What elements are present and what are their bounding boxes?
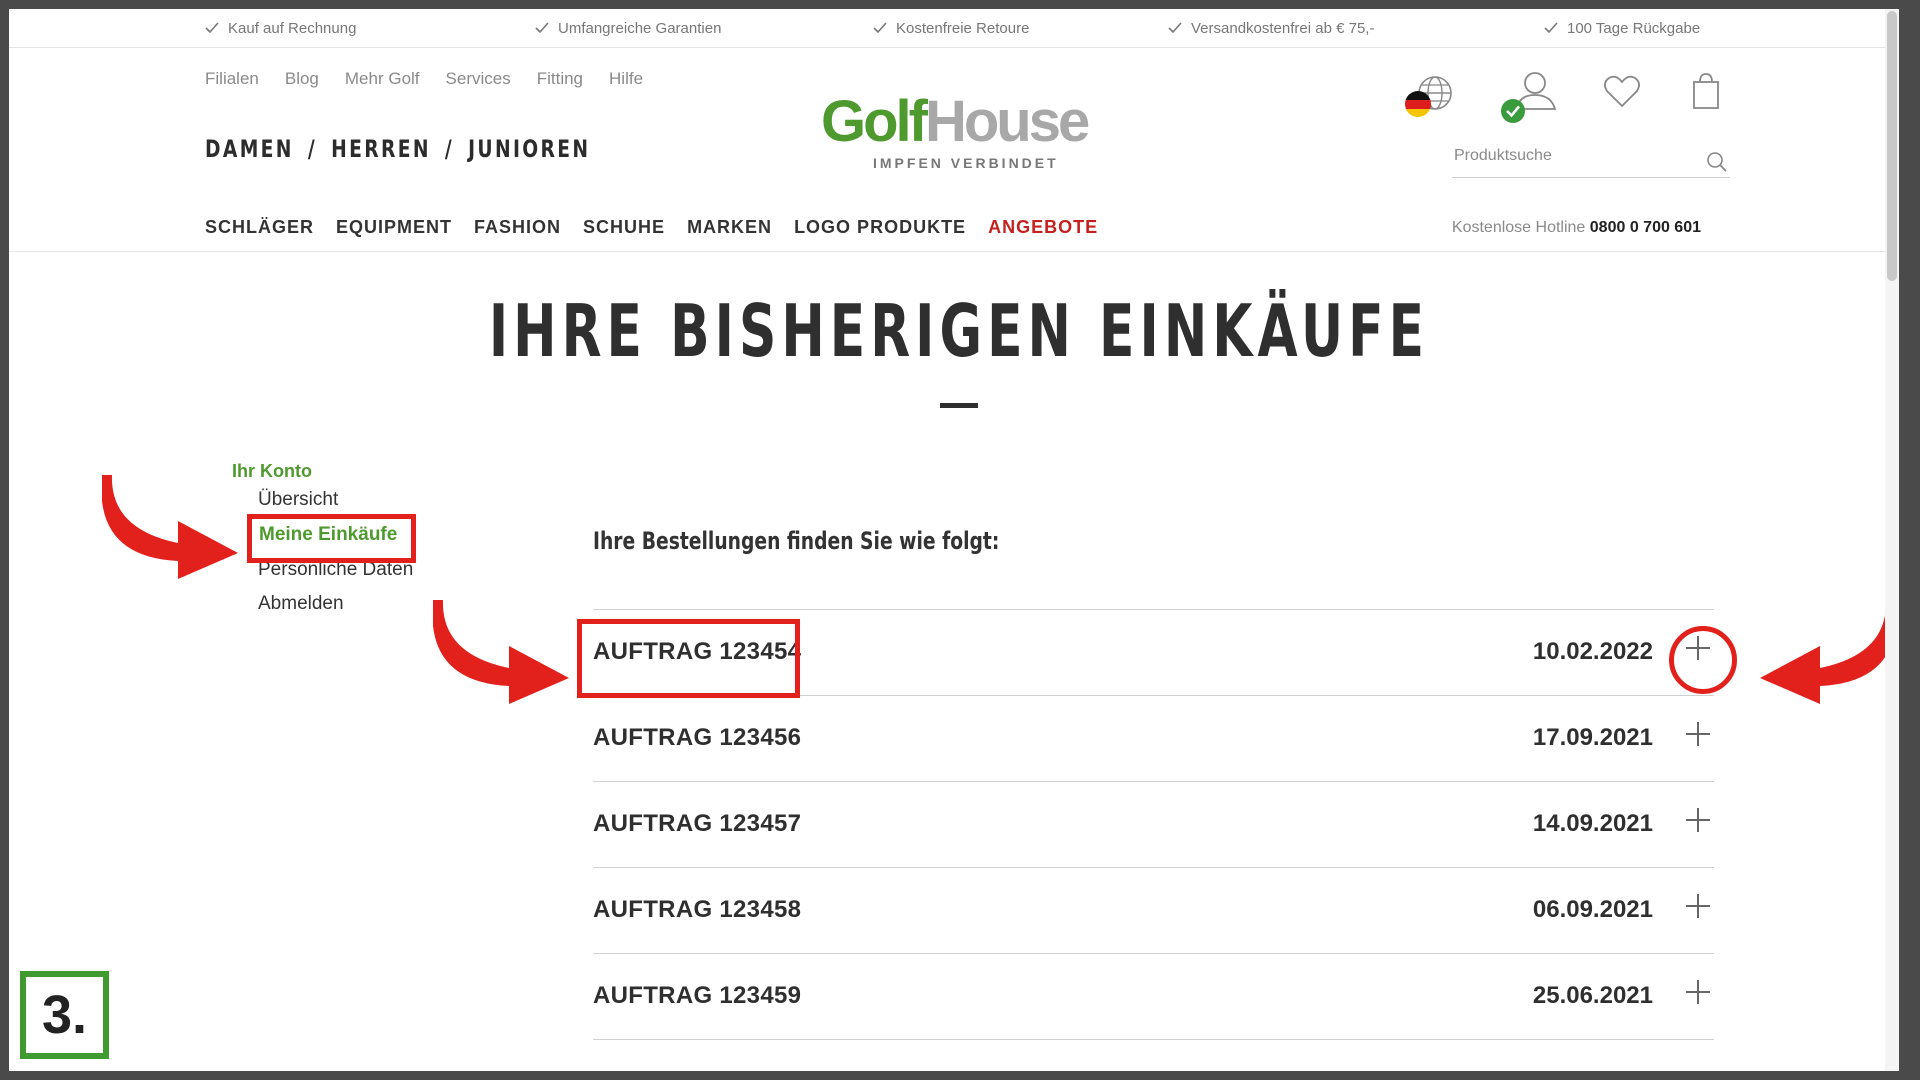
usp-item: Kostenfreie Retoure [873,9,1029,47]
meta-nav-hilfe[interactable]: Hilfe [609,69,643,89]
order-date: 10.02.2022 [1532,638,1653,665]
order-id: AUFTRAG 123457 [593,810,802,837]
usp-bar: Kauf auf Rechnung Umfangreiche Garantien… [9,9,1885,48]
gender-nav-separator: / [307,135,318,163]
main-nav-logo-produkte[interactable]: LOGO PRODUKTE [794,217,966,238]
plus-icon[interactable] [1683,805,1713,835]
usp-item: Kauf auf Rechnung [205,9,356,47]
gender-nav-damen[interactable]: DAMEN [205,135,294,163]
german-flag-icon [1405,91,1431,117]
product-search [1452,143,1730,178]
globe-icon [1405,76,1452,117]
orders-intro: Ihre Bestellungen finden Sie wie folgt: [593,527,1000,555]
usp-label: 100 Tage Rückgabe [1567,19,1701,37]
plus-icon[interactable] [1683,977,1713,1007]
highlight-expand-button [1669,626,1737,694]
gender-nav-separator: / [444,135,455,163]
arrow-annotation [102,475,238,579]
main-nav-fashion[interactable]: FASHION [474,217,561,238]
gender-nav: DAMEN / HERREN / JUNIOREN [205,135,590,163]
main-nav-marken[interactable]: MARKEN [687,217,772,238]
order-date: 06.09.2021 [1532,896,1653,923]
meta-nav: Filialen Blog Mehr Golf Services Fitting… [205,69,643,89]
main-nav-schlaeger[interactable]: SCHLÄGER [205,217,314,238]
logged-in-check-icon [1501,99,1525,123]
plus-icon[interactable] [1683,719,1713,749]
arrow-annotation [433,600,569,704]
meta-nav-services[interactable]: Services [446,69,511,89]
language-selector[interactable] [1405,71,1457,126]
highlight-meine-einkaeufe [247,514,416,563]
gender-nav-herren[interactable]: HERREN [331,135,431,163]
hotline-label: Kostenlose Hotline [1451,219,1586,236]
check-icon [205,22,219,34]
logo-golf: Golf [821,89,928,154]
logo-house: House [924,89,1090,154]
order-row[interactable]: AUFTRAG 123458 06.09.2021 [593,868,1714,954]
meta-nav-fitting[interactable]: Fitting [537,69,583,89]
search-icon[interactable] [1706,151,1728,173]
order-row[interactable]: AUFTRAG 123459 25.06.2021 [593,954,1714,1040]
title-divider [940,403,978,408]
arrow-annotation [1760,600,1896,704]
logo-tagline: IMPFEN VERBINDET [873,155,1059,171]
browser-viewport: Kauf auf Rechnung Umfangreiche Garantien… [9,9,1899,1071]
page-title: IHRE BISHERIGEN EINKÄUFE [488,289,1430,373]
usp-item: Versandkostenfrei ab € 75,- [1168,9,1374,47]
usp-item: Umfangreiche Garantien [535,9,721,47]
check-icon [1544,22,1558,34]
order-row[interactable]: AUFTRAG 123457 14.09.2021 [593,782,1714,868]
scrollbar[interactable] [1885,9,1899,1071]
order-id: AUFTRAG 123458 [593,896,802,923]
account-button[interactable] [1499,69,1559,130]
shopping-bag-icon [1693,73,1719,109]
step-badge: 3. [20,971,109,1059]
usp-label: Kauf auf Rechnung [228,19,357,37]
order-id: AUFTRAG 123459 [593,982,802,1009]
check-icon [535,22,549,34]
hotline: Kostenlose Hotline 0800 0 700 601 [1452,219,1701,237]
scrollbar-thumb[interactable] [1887,11,1897,281]
main-nav-schuhe[interactable]: SCHUHE [583,217,665,238]
highlight-first-order [577,619,800,698]
meta-nav-filialen[interactable]: Filialen [205,69,259,89]
meta-nav-blog[interactable]: Blog [285,69,319,89]
check-icon [1168,22,1182,34]
cart-button[interactable] [1692,72,1720,115]
meta-nav-mehr-golf[interactable]: Mehr Golf [345,69,420,89]
search-input[interactable] [1452,143,1684,165]
main-nav-angebote[interactable]: ANGEBOTE [988,217,1098,238]
usp-label: Umfangreiche Garantien [558,19,722,37]
plus-icon[interactable] [1683,891,1713,921]
usp-label: Kostenfreie Retoure [896,19,1030,37]
order-id: AUFTRAG 123456 [593,724,802,751]
user-icon [1501,72,1557,123]
site-logo[interactable]: GolfHouse IMPFEN VERBINDET [821,93,1121,173]
main-nav: SCHLÄGER EQUIPMENT FASHION SCHUHE MARKEN… [205,217,1098,238]
heart-icon [1604,75,1640,108]
main-nav-equipment[interactable]: EQUIPMENT [336,217,452,238]
sidebar-item-abmelden[interactable]: Abmelden [258,593,344,615]
header-divider [9,251,1885,252]
check-icon [873,22,887,34]
order-date: 17.09.2021 [1532,724,1653,751]
order-date: 25.06.2021 [1532,982,1653,1009]
hotline-number[interactable]: 0800 0 700 601 [1590,219,1701,236]
order-row[interactable]: AUFTRAG 123456 17.09.2021 [593,696,1714,782]
sidebar-item-uebersicht[interactable]: Übersicht [258,489,338,511]
gender-nav-junioren[interactable]: JUNIOREN [468,135,590,163]
order-date: 14.09.2021 [1532,810,1653,837]
wishlist-button[interactable] [1603,75,1641,114]
usp-label: Versandkostenfrei ab € 75,- [1191,19,1375,37]
usp-item: 100 Tage Rückgabe [1544,9,1700,47]
